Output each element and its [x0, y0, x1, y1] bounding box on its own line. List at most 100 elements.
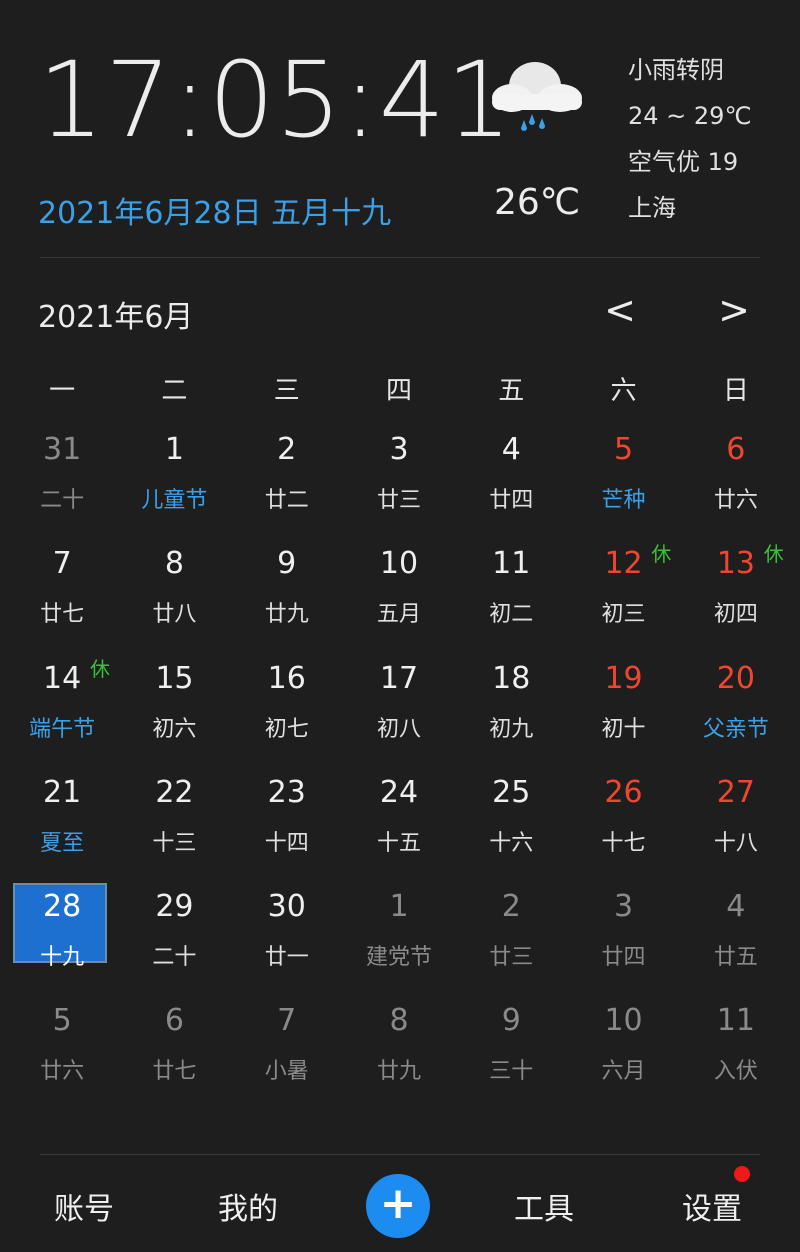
festival-label: 端午节 [29, 716, 96, 742]
day-number: 10 [604, 1003, 643, 1039]
festival-label: 父亲节 [702, 716, 769, 742]
day-number: 17 [379, 660, 419, 696]
day-number: 22 [155, 774, 194, 810]
settings-button[interactable]: 设置 [682, 1184, 742, 1228]
calendar-day[interactable]: 26 十七 [567, 767, 679, 881]
calendar-day[interactable]: 9 廿九 [231, 538, 343, 652]
next-month-button[interactable]: > [714, 288, 754, 332]
prev-month-button[interactable]: < [600, 288, 640, 332]
day-number: 2 [501, 889, 521, 925]
lunar-date: 初三 [601, 602, 646, 628]
calendar-day[interactable]: 21 夏至 [6, 767, 118, 881]
day-number: 4 [726, 889, 746, 925]
weekday-label: 一 [49, 376, 76, 406]
weekday-label: 六 [610, 376, 637, 406]
day-number: 9 [501, 1003, 521, 1039]
calendar-day[interactable]: 15 初六 [118, 653, 230, 767]
weather-info: 小雨转阴 24 ~ 29℃ 空气优 19 上海 [628, 52, 751, 236]
day-number: 5 [52, 1003, 72, 1039]
calendar-day[interactable]: 5 廿六 [6, 995, 118, 1109]
calendar-day[interactable]: 16 初七 [231, 653, 343, 767]
calendar-week-row: 5 廿六 6 廿七 7 小暑 8 廿九 9 三十 10 六月 11 入伏 [6, 995, 792, 1109]
calendar-day[interactable]: 7 小暑 [231, 995, 343, 1109]
festival-label: 芒种 [601, 488, 646, 513]
calendar-day[interactable]: 3 廿三 [343, 424, 455, 538]
lunar-date: 十五 [376, 830, 421, 856]
lunar-date: 十四 [264, 830, 309, 856]
calendar-day[interactable]: 27 十八 [680, 767, 792, 881]
day-number: 29 [155, 889, 194, 925]
day-number: 15 [155, 660, 194, 696]
day-number: 7 [52, 546, 72, 582]
holiday-rest-badge: 休 [763, 542, 784, 567]
day-number: 10 [379, 546, 419, 582]
day-number: 9 [277, 546, 297, 582]
lunar-date: 初二 [489, 602, 534, 628]
lunar-date: 二十 [40, 488, 85, 513]
calendar-day[interactable]: 31 二十 [6, 424, 118, 538]
day-number: 3 [389, 432, 409, 467]
day-number: 11 [492, 546, 531, 582]
calendar-day[interactable]: 29 二十 [118, 881, 230, 995]
lunar-date: 二十 [152, 945, 197, 971]
day-number: 30 [267, 889, 306, 925]
lunar-date: 小暑 [264, 1059, 309, 1085]
weather-condition: 小雨转阴 [628, 56, 724, 84]
calendar-day[interactable]: 18 初九 [455, 653, 567, 767]
calendar-day[interactable]: 1 建党节 [343, 881, 455, 995]
calendar-day[interactable]: 17 初八 [343, 653, 455, 767]
calendar-day[interactable]: 3 廿四 [567, 881, 679, 995]
calendar-day-selected[interactable]: 28 十九 [6, 881, 118, 995]
calendar-day[interactable]: 6 廿七 [118, 995, 230, 1109]
calendar-grid: 31 二十 1 儿童节 2 廿二 3 廿三 4 廿四 5 芒种 6 廿六 7 廿七 8 廿八 9 廿九 10 五月 11 初二… [6, 424, 792, 1110]
calendar-day[interactable]: 20 父亲节 [680, 653, 792, 767]
air-quality: 空气优 19 [628, 148, 739, 176]
calendar-day[interactable]: 13 初四休 [680, 538, 792, 652]
calendar-day[interactable]: 4 廿四 [455, 424, 567, 538]
month-title: 2021年6月 [38, 300, 194, 335]
calendar-day[interactable]: 30 廿一 [231, 881, 343, 995]
calendar-day[interactable]: 7 廿七 [6, 538, 118, 652]
calendar-day[interactable]: 10 五月 [343, 538, 455, 652]
top-divider [40, 257, 760, 258]
account-button[interactable]: 账号 [54, 1184, 114, 1228]
calendar-day[interactable]: 23 十四 [231, 767, 343, 881]
add-button[interactable]: + [366, 1174, 430, 1238]
weekday-label: 二 [161, 376, 188, 406]
rain-cloud-icon [492, 62, 582, 131]
calendar-day[interactable]: 19 初十 [567, 653, 679, 767]
tools-button[interactable]: 工具 [514, 1184, 574, 1228]
current-temperature: 26℃ [494, 182, 581, 223]
calendar-day[interactable]: 11 初二 [455, 538, 567, 652]
calendar-day[interactable]: 10 六月 [567, 995, 679, 1109]
calendar-day[interactable]: 8 廿八 [118, 538, 230, 652]
city-name: 上海 [628, 194, 676, 222]
calendar-day[interactable]: 24 十五 [343, 767, 455, 881]
calendar-day[interactable]: 4 廿五 [680, 881, 792, 995]
calendar-day[interactable]: 22 十三 [118, 767, 230, 881]
calendar-day[interactable]: 2 廿三 [455, 881, 567, 995]
calendar-day[interactable]: 8 廿九 [343, 995, 455, 1109]
calendar-day[interactable]: 5 芒种 [567, 424, 679, 538]
day-number: 25 [492, 774, 531, 810]
calendar-day[interactable]: 1 儿童节 [118, 424, 230, 538]
calendar-week-row: 21 夏至 22 十三 23 十四 24 十五 25 十六 26 十七 27 十八 [6, 767, 792, 881]
day-number: 8 [164, 546, 184, 582]
calendar-day[interactable]: 6 廿六 [680, 424, 792, 538]
calendar-day[interactable]: 25 十六 [455, 767, 567, 881]
day-number: 8 [389, 1003, 409, 1039]
day-number: 19 [604, 660, 643, 696]
day-number: 23 [267, 774, 306, 810]
calendar-day[interactable]: 9 三十 [455, 995, 567, 1109]
calendar-day[interactable]: 12 初三休 [567, 538, 679, 652]
clock-time: 17:05:41 [38, 39, 514, 161]
mine-button[interactable]: 我的 [218, 1184, 278, 1228]
day-number: 26 [604, 774, 643, 810]
lunar-date: 初四 [713, 602, 758, 628]
lunar-date: 十七 [601, 830, 646, 856]
calendar-day[interactable]: 2 廿二 [231, 424, 343, 538]
calendar-day[interactable]: 11 入伏 [680, 995, 792, 1109]
day-number: 3 [614, 889, 634, 925]
calendar-day[interactable]: 14 端午节休 [6, 653, 118, 767]
lunar-date: 廿九 [376, 1059, 421, 1085]
